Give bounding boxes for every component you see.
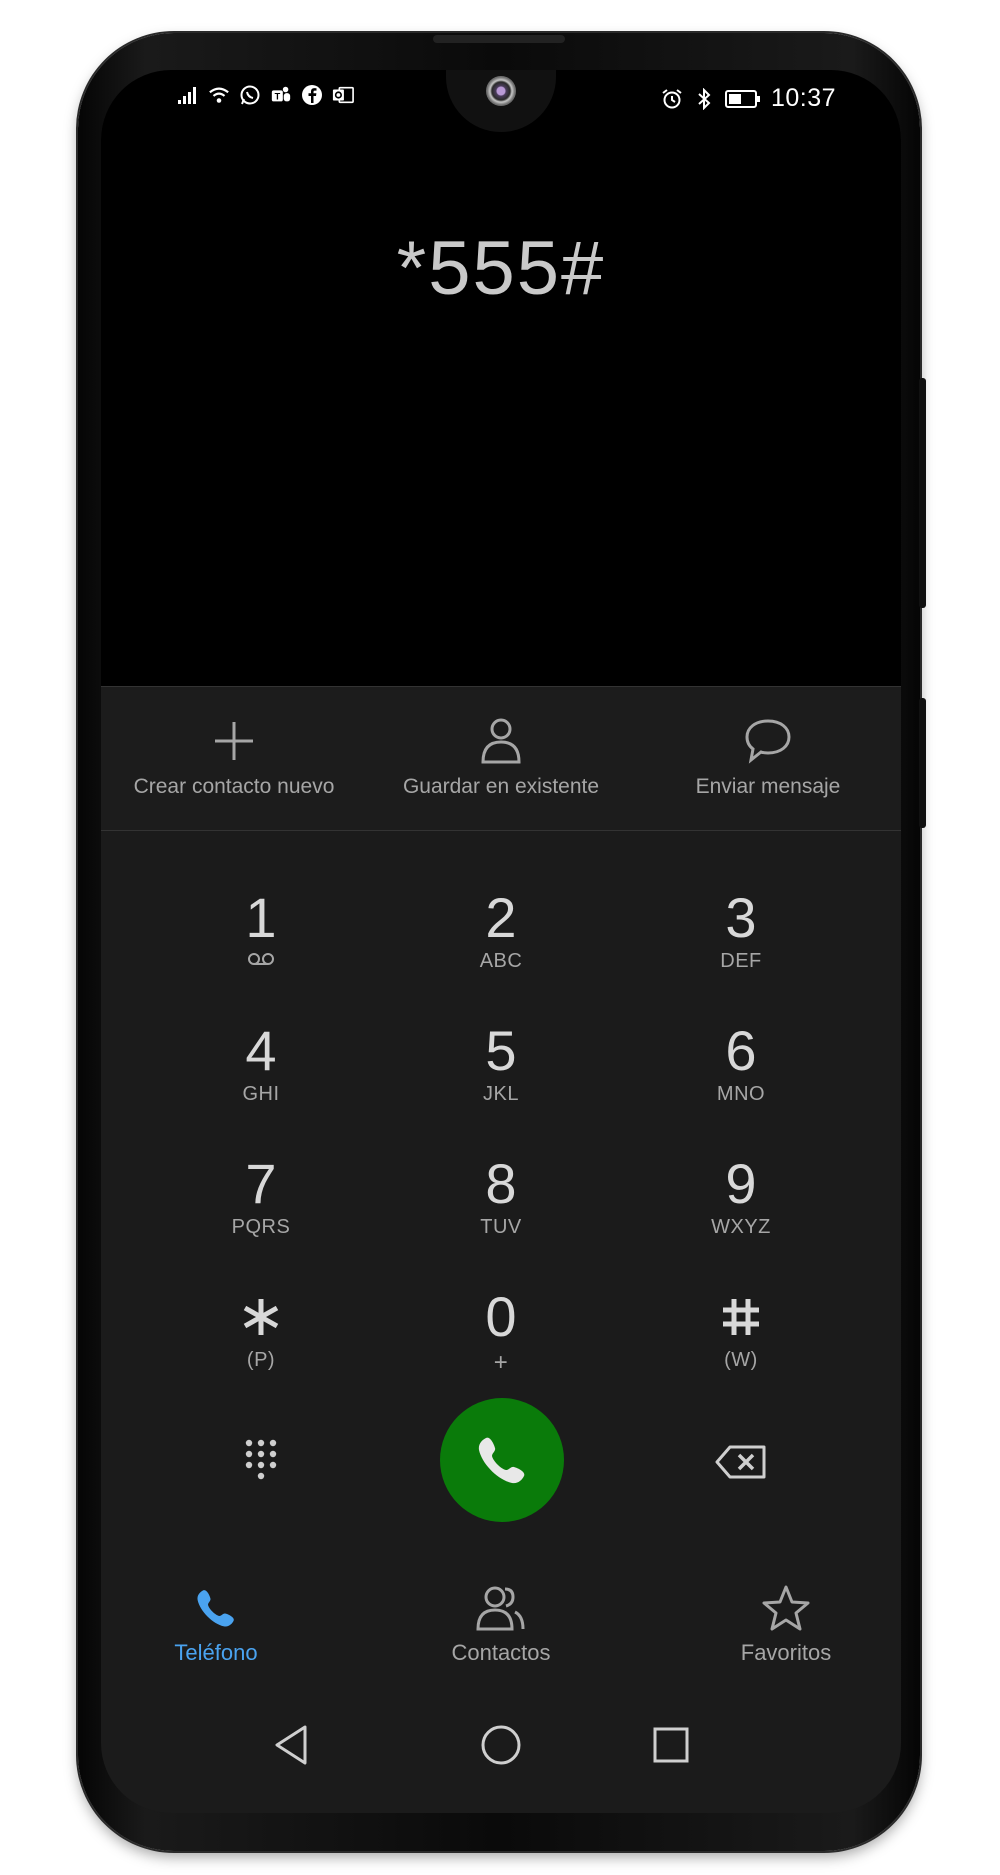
tab-phone[interactable]: Teléfono <box>101 1580 331 1666</box>
key-2[interactable]: 2 ABC <box>401 888 601 998</box>
key-8[interactable]: 8 TUV <box>401 1154 601 1264</box>
key-star[interactable]: (P) <box>161 1287 361 1397</box>
teams-icon: T <box>270 84 292 106</box>
outlook-icon <box>332 84 354 106</box>
phone-handset-icon <box>478 1437 525 1484</box>
key-digit: 2 <box>485 886 517 949</box>
recents-nav-icon[interactable] <box>636 1715 706 1775</box>
key-letters: PQRS <box>231 1216 291 1238</box>
back-nav-icon[interactable] <box>256 1715 326 1775</box>
phone-icon <box>101 1580 331 1636</box>
svg-text:T: T <box>275 92 281 102</box>
key-digit: 1 <box>245 886 277 949</box>
person-icon <box>368 715 634 767</box>
key-0[interactable]: 0 + <box>401 1287 601 1397</box>
front-camera <box>486 76 516 106</box>
plus-icon <box>101 715 367 767</box>
battery-icon <box>724 88 761 110</box>
send-message-label: Enviar mensaje <box>695 775 841 798</box>
key-7[interactable]: 7 PQRS <box>161 1154 361 1264</box>
send-message-button[interactable]: Enviar mensaje <box>635 715 901 799</box>
key-hash[interactable]: (W) <box>641 1287 841 1397</box>
backspace-icon[interactable] <box>701 1435 781 1489</box>
create-contact-button[interactable]: Crear contacto nuevo <box>101 715 367 799</box>
key-letters: DEF <box>720 950 762 972</box>
key-letters: + <box>493 1349 509 1376</box>
key-digit: 8 <box>485 1152 517 1215</box>
tab-favorites-label: Favoritos <box>740 1640 832 1665</box>
power-button <box>919 698 926 828</box>
signal-icon <box>177 84 199 106</box>
create-contact-label: Crear contacto nuevo <box>133 775 335 798</box>
home-nav-icon[interactable] <box>466 1715 536 1775</box>
message-icon <box>635 715 901 767</box>
save-existing-button[interactable]: Guardar en existente <box>368 715 634 799</box>
dialed-number[interactable]: *555# <box>101 225 901 312</box>
key-3[interactable]: 3 DEF <box>641 888 841 998</box>
contacts-icon <box>401 1580 601 1636</box>
key-letters: WXYZ <box>711 1216 771 1238</box>
key-digit: 3 <box>725 886 757 949</box>
keypad-toggle-icon[interactable] <box>221 1435 301 1489</box>
key-9[interactable]: 9 WXYZ <box>641 1154 841 1264</box>
key-digit: 9 <box>725 1152 757 1215</box>
key-4[interactable]: 4 GHI <box>161 1021 361 1131</box>
key-letters: MNO <box>716 1083 766 1105</box>
tab-favorites[interactable]: Favoritos <box>671 1580 901 1666</box>
key-letters: TUV <box>480 1216 522 1238</box>
key-letters: ABC <box>479 950 523 972</box>
clock: 10:37 <box>770 84 836 112</box>
dial-display-area <box>101 70 901 686</box>
tab-contacts[interactable]: Contactos <box>401 1580 601 1666</box>
key-digit: 5 <box>485 1019 517 1082</box>
voicemail-icon <box>161 950 361 973</box>
key-letters: JKL <box>483 1083 519 1105</box>
key-6[interactable]: 6 MNO <box>641 1021 841 1131</box>
key-5[interactable]: 5 JKL <box>401 1021 601 1131</box>
earpiece <box>433 35 565 43</box>
key-1[interactable]: 1 <box>161 888 361 998</box>
bluetooth-icon <box>693 87 715 110</box>
volume-button <box>919 378 926 608</box>
key-digit: 0 <box>485 1285 517 1348</box>
save-existing-label: Guardar en existente <box>402 775 600 798</box>
whatsapp-icon <box>239 84 261 106</box>
call-button[interactable] <box>440 1398 564 1522</box>
key-digit: 6 <box>725 1019 757 1082</box>
phone-screen: T 10:37 *555# Crear contacto nuevo Guard… <box>101 70 901 1813</box>
hash-icon <box>641 1287 841 1347</box>
asterisk-icon <box>161 1287 361 1347</box>
dial-actions-bar: Crear contacto nuevo Guardar en existent… <box>101 686 901 831</box>
tab-contacts-label: Contactos <box>451 1640 551 1665</box>
alarm-icon <box>661 88 683 110</box>
key-letters: GHI <box>242 1083 280 1105</box>
key-digit: 4 <box>245 1019 277 1082</box>
star-icon <box>671 1580 901 1636</box>
key-digit: 7 <box>245 1152 277 1215</box>
key-letters: (P) <box>246 1349 276 1371</box>
facebook-icon <box>301 84 323 106</box>
wifi-icon <box>208 84 230 106</box>
tab-phone-label: Teléfono <box>174 1640 258 1665</box>
key-letters: (W) <box>724 1349 758 1371</box>
